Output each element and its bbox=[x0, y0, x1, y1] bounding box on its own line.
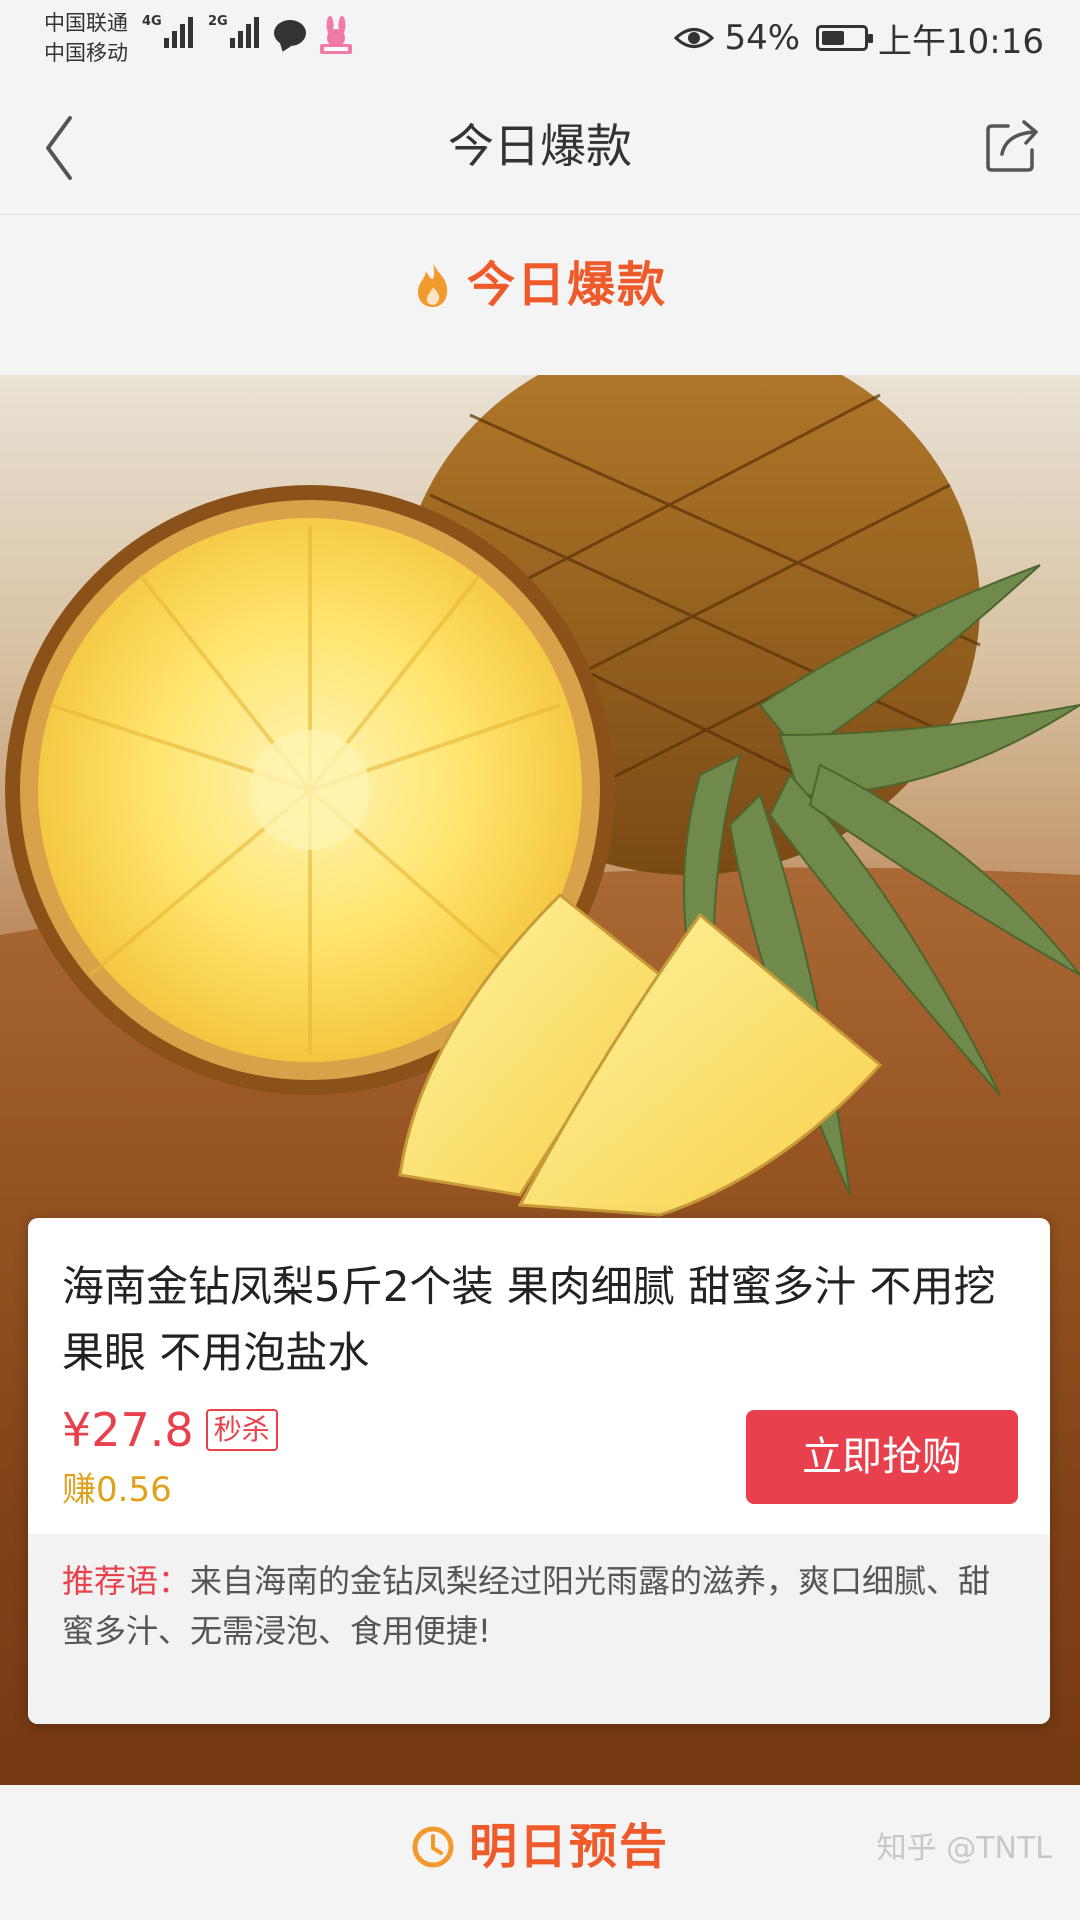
recommendation-box: 推荐语：来自海南的金钻凤梨经过阳光雨露的滋养，爽口细腻、甜蜜多汁、无需浸泡、食用… bbox=[28, 1534, 1050, 1724]
status-bar: 中国联通 中国移动 4G 2G 54% 上午10:16 bbox=[0, 0, 1080, 78]
share-icon bbox=[986, 120, 1038, 172]
battery-fill bbox=[822, 31, 844, 45]
recommendation-label: 推荐语： bbox=[62, 1562, 191, 1600]
buy-now-button[interactable]: 立即抢购 bbox=[746, 1410, 1018, 1504]
watermark: 知乎 @TNTL bbox=[876, 1831, 1052, 1866]
carrier-info: 中国联通 中国移动 bbox=[44, 8, 128, 68]
network-type-1: 4G bbox=[142, 14, 162, 29]
clock-time: 上午10:16 bbox=[878, 21, 1044, 62]
price-row: ¥27.8 秒杀 bbox=[62, 1400, 278, 1460]
product-title[interactable]: 海南金钻凤梨5斤2个装 果肉细腻 甜蜜多汁 不用挖果眼 不用泡盐水 bbox=[62, 1254, 1022, 1386]
carrier-1: 中国联通 bbox=[44, 11, 128, 35]
signal-icon-1: 4G bbox=[142, 14, 193, 48]
navigation-bar: 今日爆款 bbox=[0, 78, 1080, 215]
product-card[interactable]: 海南金钻凤梨5斤2个装 果肉细腻 甜蜜多汁 不用挖果眼 不用泡盐水 ¥27.8 … bbox=[28, 1218, 1050, 1724]
fire-icon bbox=[417, 263, 448, 307]
section-header: 今日爆款 bbox=[0, 215, 1080, 375]
tomorrow-preview-title: 明日预告 bbox=[468, 1819, 669, 1875]
page-title: 今日爆款 bbox=[448, 119, 632, 173]
recommendation-body: 来自海南的金钻凤梨经过阳光雨露的滋养，爽口细腻、甜蜜多汁、无需浸泡、食用便捷! bbox=[62, 1562, 991, 1650]
eye-comfort-icon bbox=[674, 28, 715, 48]
clock-icon bbox=[412, 1826, 454, 1868]
share-button[interactable] bbox=[984, 116, 1042, 174]
section-title-wrap: 今日爆款 bbox=[0, 255, 1080, 315]
battery-icon bbox=[816, 25, 874, 51]
product-price: ¥27.8 bbox=[62, 1403, 194, 1457]
network-type-2: 2G bbox=[208, 14, 228, 29]
commission-earn: 赚0.56 bbox=[62, 1470, 172, 1510]
recommendation-text: 推荐语：来自海南的金钻凤梨经过阳光雨露的滋养，爽口细腻、甜蜜多汁、无需浸泡、食用… bbox=[62, 1556, 1022, 1656]
flash-sale-badge: 秒杀 bbox=[205, 1409, 278, 1451]
status-right: 54% 上午10:16 bbox=[674, 14, 1044, 62]
message-icon bbox=[274, 20, 306, 46]
carrier-2: 中国移动 bbox=[44, 41, 128, 65]
battery-percent: 54% bbox=[724, 18, 801, 58]
tomorrow-preview-section: 明日预告 知乎 @TNTL bbox=[0, 1785, 1080, 1920]
signal-icon-2: 2G bbox=[208, 14, 259, 48]
section-title: 今日爆款 bbox=[466, 257, 667, 313]
app-notification-icon bbox=[320, 16, 352, 54]
